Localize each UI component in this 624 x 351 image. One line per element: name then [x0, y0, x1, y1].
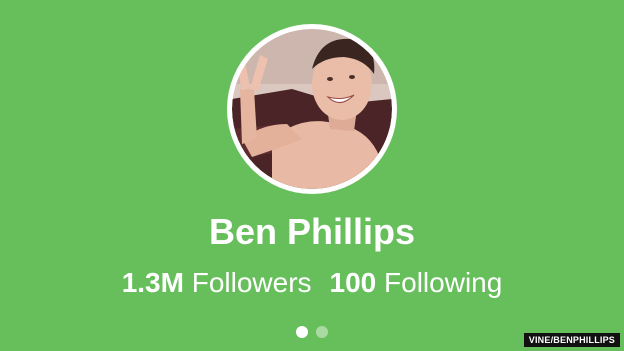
profile-avatar[interactable] [227, 24, 397, 194]
followers-stat[interactable]: 1.3M Followers [122, 267, 312, 298]
profile-card: Ben Phillips 1.3M Followers 100 Following… [0, 0, 624, 351]
followers-count: 1.3M [121, 267, 184, 298]
page-dot-1[interactable] [296, 326, 308, 338]
following-stat[interactable]: 100 Following [330, 267, 503, 298]
page-dot-2[interactable] [316, 326, 328, 338]
following-label: Following [384, 267, 503, 298]
following-count: 100 [329, 267, 377, 298]
image-credit: VINE/BENPHILLIPS [523, 333, 620, 347]
profile-stats: 1.3M Followers 100 Following [0, 263, 624, 303]
profile-name: Ben Phillips [208, 211, 416, 252]
profile-photo-icon [232, 29, 392, 189]
followers-label: Followers [191, 267, 312, 298]
